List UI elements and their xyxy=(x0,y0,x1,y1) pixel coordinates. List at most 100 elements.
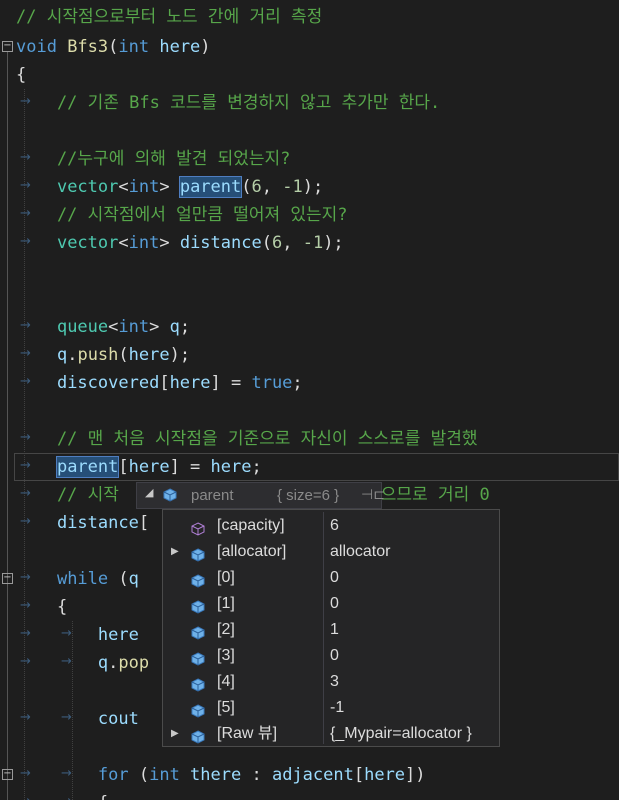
code-token: . xyxy=(108,653,119,673)
code-token: there xyxy=(190,765,242,785)
datatip-row[interactable]: [4] 3 xyxy=(163,669,499,695)
code-token: vector xyxy=(56,177,119,197)
datatip-variable-value: { size=6 } xyxy=(277,487,340,504)
code-line[interactable]: vector<int> parent(6, -1); xyxy=(16,173,323,201)
code-token: < xyxy=(118,177,129,197)
code-line[interactable]: q.push(here); xyxy=(16,341,190,369)
code-token: q xyxy=(128,569,139,589)
code-token: here xyxy=(128,345,170,365)
code-token: int xyxy=(118,37,160,57)
code-token: [ xyxy=(118,457,129,477)
highlighted-symbol: parent xyxy=(178,176,243,198)
datatip-row-value[interactable]: 6 xyxy=(330,513,339,539)
datatip-row-name: [4] xyxy=(217,673,235,690)
code-line[interactable]: distance[ xyxy=(16,509,149,537)
tab-arrow-icon: → xyxy=(20,598,31,613)
highlighted-symbol: parent xyxy=(55,456,120,478)
code-line[interactable]: here xyxy=(16,621,139,649)
code-token: void xyxy=(16,37,68,57)
code-token: // 시작점에서 얼만큼 떨어져 있는지? xyxy=(16,205,348,225)
datatip-row-value[interactable]: 0 xyxy=(330,565,339,591)
code-token: , xyxy=(261,177,283,197)
code-line[interactable]: // 시작점에서 얼만큼 떨어져 있는지? xyxy=(16,201,348,229)
code-token: int xyxy=(149,765,191,785)
code-token: while xyxy=(56,569,109,589)
code-token: ( xyxy=(108,569,129,589)
datatip-row-value[interactable]: 1 xyxy=(330,617,339,643)
code-line[interactable]: parent[here] = here; xyxy=(16,453,262,481)
code-line[interactable]: //누구에 의해 발견 되었는지? xyxy=(16,145,290,173)
field-cube-icon xyxy=(163,488,177,506)
code-line[interactable]: for (int there : adjacent[here]) xyxy=(16,761,426,789)
tab-arrow-icon: → xyxy=(20,234,31,249)
tab-arrow-icon: → xyxy=(20,458,31,473)
code-line[interactable]: while (q xyxy=(16,565,139,593)
code-token: distance xyxy=(179,233,262,253)
expand-triangle-icon[interactable]: ▶ xyxy=(171,539,179,565)
datatip-header[interactable]: ◢ parent { size=6 } ⊣⊏ xyxy=(136,482,385,509)
datatip-row-value[interactable]: {_Mypair=allocator } xyxy=(330,721,472,747)
pin-icon[interactable]: ⊣⊏ xyxy=(361,486,385,503)
code-line[interactable]: discovered[here] = true; xyxy=(16,369,303,397)
code-line[interactable]: // 맨 처음 시작점을 기준으로 자신이 스스로를 발견했 xyxy=(16,425,478,453)
code-token: q xyxy=(56,345,68,365)
code-token: vector xyxy=(56,233,119,253)
code-token: ) xyxy=(200,37,211,57)
tab-arrow-icon: → xyxy=(61,710,72,725)
code-token: // 맨 처음 시작점을 기준으로 자신이 스스로를 발견했 xyxy=(16,429,478,449)
code-token: distance xyxy=(56,513,139,533)
datatip-row-name: [3] xyxy=(217,647,235,664)
code-line[interactable]: // 시작점으로부터 노드 간에 거리 측정 xyxy=(16,3,322,31)
code-token: // 시작점으로부터 노드 간에 거리 측정 xyxy=(16,7,323,27)
datatip-row-name: [capacity] xyxy=(217,517,285,534)
code-token: ] = xyxy=(210,373,252,393)
datatip-row-value[interactable]: -1 xyxy=(330,695,344,721)
tab-arrow-icon: → xyxy=(20,654,31,669)
code-token: push xyxy=(77,345,119,365)
datatip-row-value[interactable]: 0 xyxy=(330,643,339,669)
code-token: ( xyxy=(241,177,252,197)
tab-arrow-icon: → xyxy=(61,794,72,800)
tab-arrow-icon: → xyxy=(61,766,72,781)
fold-toggle-icon[interactable]: − xyxy=(2,573,13,584)
datatip-row[interactable]: [5] -1 xyxy=(163,695,499,721)
code-token: 6 xyxy=(271,233,283,253)
datatip-row[interactable]: [capacity] 6 xyxy=(163,513,499,539)
code-token: int xyxy=(118,317,150,337)
datatip-row-name: [2] xyxy=(217,621,235,638)
fold-toggle-icon[interactable]: − xyxy=(2,41,13,52)
code-token: { xyxy=(16,65,27,85)
datatip-row-name: [Raw 뷰] xyxy=(217,725,278,742)
code-line[interactable]: // 기존 Bfs 코드를 변경하지 않고 추가만 한다. xyxy=(16,89,440,117)
datatip-row[interactable]: ▶ [allocator] allocator xyxy=(163,539,499,565)
collapse-triangle-icon[interactable]: ◢ xyxy=(145,486,153,499)
code-line[interactable]: vector<int> distance(6, -1); xyxy=(16,229,344,257)
code-line[interactable]: void Bfs3(int here) xyxy=(16,33,211,61)
datatip-panel[interactable]: [capacity] 6 ▶ [allocator] allocator [0] 0 [1] 0… xyxy=(162,509,500,747)
datatip-row-value[interactable]: 0 xyxy=(330,591,339,617)
code-token: queue xyxy=(56,317,109,337)
tab-arrow-icon: → xyxy=(20,430,31,445)
tab-arrow-icon: → xyxy=(61,654,72,669)
fold-toggle-icon[interactable]: − xyxy=(2,769,13,780)
datatip-row-name: [5] xyxy=(217,699,235,716)
datatip-row[interactable]: [3] 0 xyxy=(163,643,499,669)
code-token: int xyxy=(128,177,160,197)
code-line[interactable]: queue<int> q; xyxy=(16,313,190,341)
code-token: pop xyxy=(118,653,150,673)
datatip-row[interactable]: [2] 1 xyxy=(163,617,499,643)
datatip-row[interactable]: [0] 0 xyxy=(163,565,499,591)
expand-triangle-icon[interactable]: ▶ xyxy=(171,721,179,747)
datatip-row[interactable]: [1] 0 xyxy=(163,591,499,617)
datatip-row[interactable]: ▶ [Raw 뷰] {_Mypair=allocator } xyxy=(163,721,499,747)
datatip-row-value[interactable]: 3 xyxy=(330,669,339,695)
code-token: ); xyxy=(302,177,324,197)
code-token: ; xyxy=(179,317,191,337)
code-line[interactable]: q.pop xyxy=(16,649,149,677)
code-token: ; xyxy=(251,457,262,477)
code-line[interactable]: { xyxy=(16,61,26,89)
code-token: ( xyxy=(261,233,272,253)
tab-arrow-icon: → xyxy=(20,766,31,781)
code-token: ( xyxy=(118,345,129,365)
datatip-row-value[interactable]: allocator xyxy=(330,539,390,565)
